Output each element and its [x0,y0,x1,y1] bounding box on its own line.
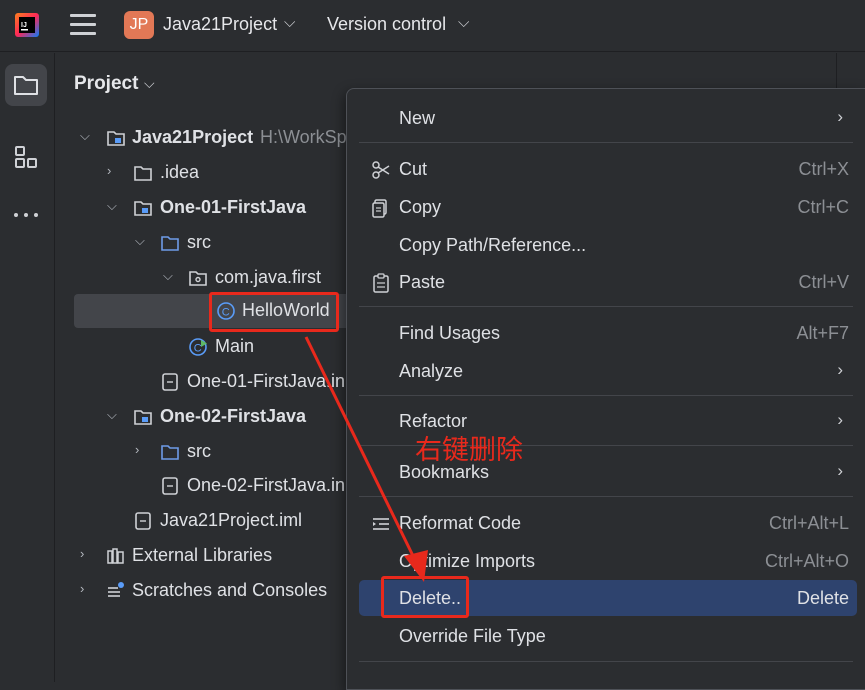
chevron-right-icon[interactable]: › [107,163,111,178]
scratches-icon [108,582,124,597]
package-icon [189,271,207,286]
copy-icon [372,199,387,218]
intellij-logo-icon[interactable]: IJ [14,12,40,38]
reformat-icon [373,518,389,530]
menu-item-override-file-type[interactable]: Override File Type [359,618,857,654]
chevron-down-icon[interactable]: ⌵ [107,407,117,423]
chevron-right-icon: › [837,410,843,429]
chevron-right-icon: › [837,107,843,126]
annotation-box-delete [381,576,469,618]
file-icon [135,512,151,530]
folder-icon [134,166,152,181]
chevron-down-icon[interactable]: ⌵ [284,14,295,31]
folder-icon [14,76,38,95]
chevron-down-icon[interactable]: ⌵ [135,233,145,249]
annotation-label: 右键删除 [415,435,523,466]
file-icon [162,373,178,391]
menu-item-cut[interactable]: Cut Ctrl+X [359,151,857,187]
tool-window-stripe [0,53,55,682]
menu-item-reformat[interactable]: Reformat Code Ctrl+Alt+L [359,505,857,541]
module-folder-icon [134,410,152,425]
menu-item-new[interactable]: New › [359,100,857,136]
more-tools-button[interactable] [5,194,47,236]
menu-separator [359,395,853,396]
scissors-icon [372,161,390,179]
chevron-right-icon: › [837,360,843,379]
menu-separator [359,661,853,662]
chevron-right-icon[interactable]: › [80,546,84,561]
menu-item-paste[interactable]: Paste Ctrl+V [359,264,857,300]
menu-item-copy[interactable]: Copy Ctrl+C [359,189,857,225]
project-name[interactable]: Java21Project [163,14,277,35]
menu-item-optimize-imports[interactable]: Optimize Imports Ctrl+Alt+O [359,543,857,579]
structure-tool-button[interactable] [5,136,47,178]
chevron-right-icon: › [837,461,843,480]
file-icon [162,477,178,495]
main-menu-icon[interactable] [70,14,96,36]
chevron-down-icon[interactable]: ⌵ [458,14,469,31]
menu-item-find-usages[interactable]: Find Usages Alt+F7 [359,315,857,351]
chevron-down-icon[interactable]: ⌵ [144,75,155,92]
svg-text:C: C [194,343,202,355]
project-tool-button[interactable] [5,64,47,106]
annotation-box-helloworld [209,292,339,332]
more-icon [14,213,38,217]
structure-icon [15,146,37,168]
chevron-down-icon[interactable]: ⌵ [107,198,117,214]
main-toolbar: IJ JP Java21Project ⌵ Version control ⌵ [0,0,865,52]
project-badge[interactable]: JP [124,11,154,39]
module-folder-icon [134,201,152,216]
menu-item-analyze[interactable]: Analyze › [359,353,857,389]
chevron-down-icon[interactable]: ⌵ [163,268,173,284]
panel-title[interactable]: Project [74,73,138,95]
paste-icon [373,273,389,293]
runnable-class-icon: C [189,338,207,356]
library-icon [107,548,124,564]
menu-item-copy-path[interactable]: Copy Path/Reference... [359,227,857,263]
chevron-right-icon[interactable]: › [135,442,139,457]
menu-separator [359,142,853,143]
chevron-right-icon[interactable]: › [80,581,84,596]
source-folder-icon [161,236,179,251]
chevron-down-icon[interactable]: ⌵ [80,128,90,144]
menu-separator [359,306,853,307]
module-folder-icon [107,131,125,146]
version-control-menu[interactable]: Version control [327,14,446,35]
source-folder-icon [161,445,179,460]
svg-text:IJ: IJ [21,22,27,29]
menu-separator [359,496,853,497]
